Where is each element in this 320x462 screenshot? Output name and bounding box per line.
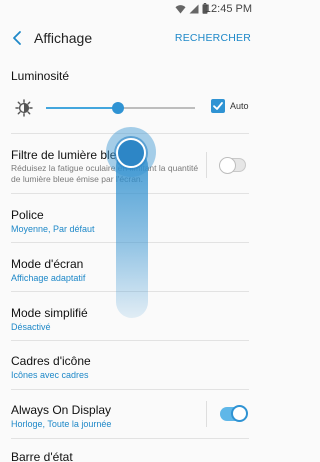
touch-indicator — [116, 138, 146, 168]
easy-mode-label: Mode simplifié — [11, 306, 88, 320]
easy-mode-value: Désactivé — [11, 322, 51, 332]
page-title: Affichage — [34, 30, 93, 46]
status-time: 12:45 PM — [204, 3, 252, 15]
status-bar: 12:45 PM — [0, 0, 260, 18]
back-button[interactable] — [8, 28, 28, 48]
auto-brightness-checkbox[interactable] — [211, 99, 225, 113]
always-on-display-value: Horloge, Toute la journée — [11, 419, 112, 429]
icon-frames-value: Icônes avec cadres — [11, 370, 89, 380]
status-bar-settings-label: Barre d'état — [11, 450, 73, 462]
blue-light-filter-toggle[interactable] — [219, 157, 246, 174]
wifi-icon — [175, 4, 186, 13]
brightness-label: Luminosité — [11, 69, 70, 83]
brightness-icon — [15, 99, 33, 117]
font-value: Moyenne, Par défaut — [11, 224, 95, 234]
brightness-slider-thumb[interactable] — [111, 102, 124, 114]
brightness-slider-fill — [46, 107, 118, 109]
app-bar: Affichage RECHERCHER — [0, 18, 260, 60]
search-button[interactable]: RECHERCHER — [175, 32, 251, 44]
switch-separator — [206, 152, 207, 178]
check-icon — [213, 102, 223, 110]
icon-frames-label: Cadres d'icône — [11, 354, 91, 368]
toggle-knob — [219, 157, 236, 174]
screen-mode-label: Mode d'écran — [11, 257, 84, 271]
auto-brightness-label: Auto — [230, 101, 249, 111]
signal-icon — [189, 4, 199, 13]
always-on-display-toggle[interactable] — [220, 405, 248, 422]
chevron-left-icon — [13, 31, 21, 45]
switch-separator — [206, 401, 207, 427]
toggle-knob — [231, 405, 248, 422]
blue-light-filter-description: Réduisez la fatigue oculaire en limitant… — [11, 163, 199, 184]
font-label: Police — [11, 208, 44, 222]
always-on-display-label: Always On Display — [11, 403, 112, 417]
screen-mode-value: Affichage adaptatif — [11, 273, 86, 283]
